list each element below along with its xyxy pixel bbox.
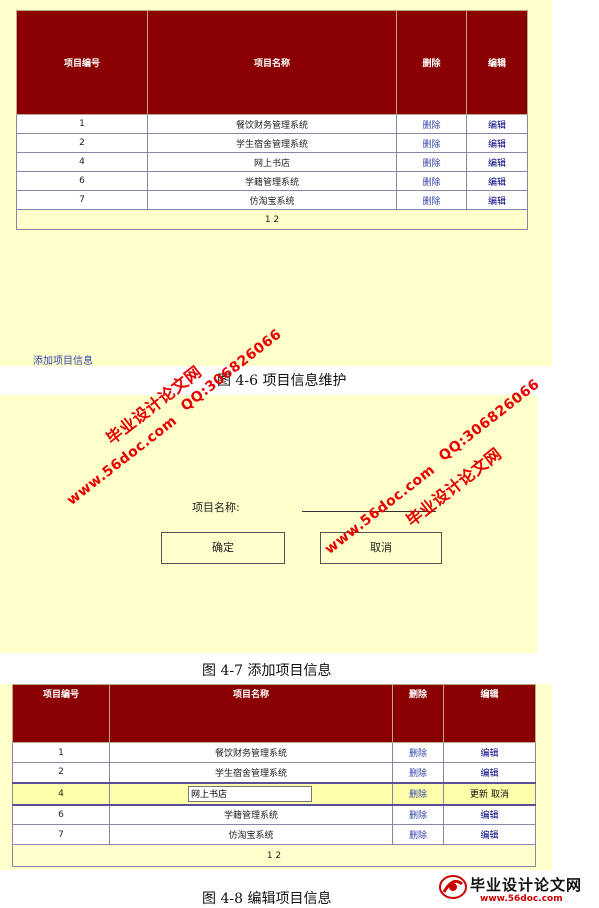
fig7-caption: 图 4-7 添加项目信息 bbox=[202, 663, 332, 679]
table-row: 7 仿淘宝系统 删除 编辑 bbox=[16, 190, 528, 210]
logo-url: www.56doc.com bbox=[480, 894, 563, 904]
cell-id: 2 bbox=[12, 762, 110, 783]
delete-link[interactable]: 删除 bbox=[409, 769, 427, 779]
delete-link[interactable]: 删除 bbox=[409, 790, 427, 800]
cell-name: 网上书店 bbox=[147, 152, 397, 172]
cell-name: 学生宿舍管理系统 bbox=[147, 133, 397, 153]
logo-emblem-icon bbox=[439, 875, 467, 899]
delete-link[interactable]: 删除 bbox=[422, 121, 440, 131]
pager[interactable]: 1 2 bbox=[16, 209, 528, 230]
pager[interactable]: 1 2 bbox=[12, 844, 536, 867]
delete-link[interactable]: 删除 bbox=[422, 197, 440, 207]
cell-name: 餐饮财务管理系统 bbox=[147, 114, 397, 134]
delete-link[interactable]: 删除 bbox=[409, 749, 427, 759]
table-row: 2 学生宿舍管理系统 删除 编辑 bbox=[16, 133, 528, 153]
cell-name: 学籍管理系统 bbox=[147, 171, 397, 191]
fig8-project-table: 项目编号 项目名称 删除 编辑 1 餐饮财务管理系统 删除 编辑 2 学生宿舍管… bbox=[12, 684, 536, 867]
fig8-header-edit: 编辑 bbox=[443, 684, 536, 743]
cell-name: 学生宿舍管理系统 bbox=[109, 762, 393, 783]
delete-link[interactable]: 删除 bbox=[422, 178, 440, 188]
edit-link[interactable]: 编辑 bbox=[488, 178, 506, 188]
fig8-header-delete: 删除 bbox=[392, 684, 444, 743]
table-row: 4 网上书店 删除 编辑 bbox=[16, 152, 528, 172]
cell-id: 6 bbox=[16, 171, 148, 191]
add-project-link[interactable]: 添加项目信息 bbox=[33, 352, 93, 367]
project-name-label: 项目名称: bbox=[192, 501, 240, 514]
cell-id: 7 bbox=[12, 824, 110, 845]
cell-id: 6 bbox=[12, 804, 110, 825]
fig8-header-id: 项目编号 bbox=[12, 684, 110, 743]
cancel-edit-link[interactable]: 取消 bbox=[491, 790, 509, 800]
delete-link[interactable]: 删除 bbox=[409, 831, 427, 841]
cell-id: 1 bbox=[16, 114, 148, 134]
cell-name: 仿淘宝系统 bbox=[147, 190, 397, 210]
ok-button[interactable]: 确定 bbox=[161, 532, 285, 564]
cell-id: 4 bbox=[16, 152, 148, 172]
cell-id: 1 bbox=[12, 742, 110, 763]
logo-text: 毕业设计论文网 bbox=[470, 876, 583, 894]
table-row: 6 学籍管理系统 删除 编辑 bbox=[12, 804, 536, 825]
delete-link[interactable]: 删除 bbox=[409, 811, 427, 821]
project-name-edit-input[interactable] bbox=[188, 785, 312, 802]
table-row: 1 餐饮财务管理系统 删除 编辑 bbox=[12, 742, 536, 763]
fig6-header-edit: 编辑 bbox=[466, 10, 528, 115]
fig6-header-id: 项目编号 bbox=[16, 10, 148, 115]
table-row: 1 餐饮财务管理系统 删除 编辑 bbox=[16, 114, 528, 134]
edit-link[interactable]: 编辑 bbox=[488, 197, 506, 207]
cell-name: 仿淘宝系统 bbox=[109, 824, 393, 845]
fig6-header-name: 项目名称 bbox=[147, 10, 397, 115]
edit-link[interactable]: 编辑 bbox=[488, 159, 506, 169]
cell-id: 2 bbox=[16, 133, 148, 153]
fig6-project-table: 项目编号 项目名称 删除 编辑 1 餐饮财务管理系统 删除 编辑 2 学生宿舍管… bbox=[16, 10, 528, 230]
edit-link[interactable]: 编辑 bbox=[480, 831, 498, 841]
edit-link[interactable]: 编辑 bbox=[488, 121, 506, 131]
cell-name: 学籍管理系统 bbox=[109, 804, 393, 825]
delete-link[interactable]: 删除 bbox=[422, 140, 440, 150]
update-link[interactable]: 更新 bbox=[470, 790, 488, 800]
fig8-caption: 图 4-8 编辑项目信息 bbox=[202, 891, 332, 907]
editing-row: 4 删除 更新 取消 bbox=[12, 781, 536, 806]
table-row: 6 学籍管理系统 删除 编辑 bbox=[16, 171, 528, 191]
site-logo: 毕业设计论文网 www.56doc.com bbox=[438, 870, 596, 906]
edit-link[interactable]: 编辑 bbox=[480, 769, 498, 779]
fig8-header-name: 项目名称 bbox=[109, 684, 393, 743]
table-row: 7 仿淘宝系统 删除 编辑 bbox=[12, 824, 536, 845]
fig6-header-delete: 删除 bbox=[396, 10, 467, 115]
edit-link[interactable]: 编辑 bbox=[480, 749, 498, 759]
cell-id: 7 bbox=[16, 190, 148, 210]
fig7-panel bbox=[0, 395, 537, 653]
cell-name: 餐饮财务管理系统 bbox=[109, 742, 393, 763]
edit-link[interactable]: 编辑 bbox=[488, 140, 506, 150]
edit-link[interactable]: 编辑 bbox=[480, 811, 498, 821]
cell-id: 4 bbox=[12, 781, 110, 806]
delete-link[interactable]: 删除 bbox=[422, 159, 440, 169]
table-row: 2 学生宿舍管理系统 删除 编辑 bbox=[12, 762, 536, 783]
